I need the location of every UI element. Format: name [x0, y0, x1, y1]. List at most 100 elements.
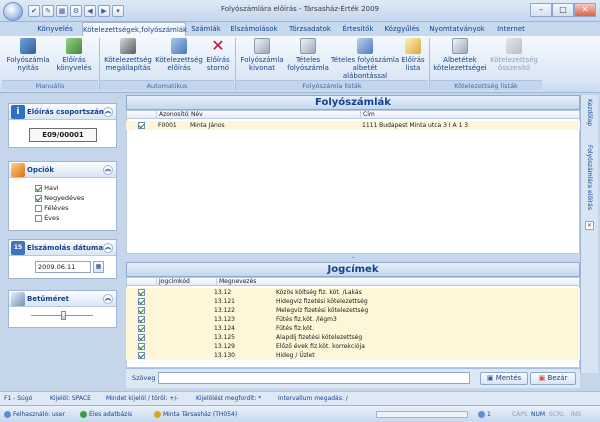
collapse-chevron-icon[interactable]: ︽: [103, 243, 113, 253]
row-checkbox[interactable]: [138, 325, 145, 332]
tab-szamlak[interactable]: Számlák: [188, 22, 224, 36]
tab-ertesitok[interactable]: Értesítők: [338, 22, 378, 36]
table-row[interactable]: 13.12 Közös költség fiz. köt. /Lakás: [126, 288, 580, 297]
accounts-col-address[interactable]: Cím: [361, 111, 581, 119]
font-size-panel: Betűméret ︽: [8, 290, 117, 328]
tab-konyveles[interactable]: Könyvelés: [30, 22, 80, 36]
tab-kozgyules[interactable]: Közgyűlés: [380, 22, 424, 36]
quick-edit-icon[interactable]: ✎: [42, 5, 54, 17]
row-checkbox[interactable]: [138, 122, 145, 129]
table-row[interactable]: 13.122 Melegvíz fizetési kötelezettség: [126, 306, 580, 315]
group-number-panel: i Előírás csoportszáma ︽ E09/00001: [8, 103, 117, 148]
folyoszamla-nyitas-button[interactable]: Folyószámla nyitás: [4, 38, 52, 78]
folyoszamla-kivonat-button[interactable]: Folyószámla kivonat: [238, 38, 286, 78]
table-row[interactable]: 13.129 Előző évek fiz.köt. korrekciója: [126, 342, 580, 351]
collapse-chevron-icon[interactable]: ︽: [103, 165, 113, 175]
record-count: 1: [478, 406, 491, 422]
checkbox-eves[interactable]: [35, 214, 42, 222]
tab-kotelezettsegek[interactable]: Kötelezettségek,folyószámlák: [82, 22, 187, 36]
quick-forward-icon[interactable]: ▶: [98, 5, 110, 17]
option-eves[interactable]: Éves: [35, 213, 84, 223]
option-havi[interactable]: Havi: [35, 183, 84, 193]
tab-internet[interactable]: Internet: [490, 22, 532, 36]
teteles-folyoszamla-button[interactable]: Tételes folyószámla: [286, 38, 330, 78]
font-size-header: Betűméret ︽: [9, 291, 116, 307]
kotelezettseg-eloiras-button[interactable]: Kötelezettség előírás: [154, 38, 204, 78]
doc-tab-home[interactable]: Kezdőlap: [586, 99, 593, 126]
eloiras-lista-button[interactable]: Előírás lista: [400, 38, 426, 78]
find-label: Szöveg: [132, 374, 156, 382]
accounts-col-id[interactable]: Azonosító: [157, 111, 189, 119]
kotelezettseg-osszesito-button[interactable]: Kötelezettség összesítő: [488, 38, 540, 78]
table-row[interactable]: 13.130 Hideg / Üzlet: [126, 351, 580, 360]
ins-indicator: INS: [571, 411, 582, 418]
font-size-icon: [11, 292, 25, 306]
group-label-manual: Manuális: [2, 80, 98, 90]
option-negyedeves[interactable]: Negyedéves: [35, 193, 84, 203]
doc-tab-current[interactable]: Folyószámlára előírás: [586, 145, 593, 210]
quick-customize-icon[interactable]: ▾: [112, 5, 124, 17]
close-button[interactable]: ▣ Bezár: [530, 372, 576, 385]
row-checkbox[interactable]: [138, 298, 145, 305]
table-row[interactable]: F0001 Minta János 1111 Budapest Minta ut…: [126, 121, 580, 130]
table-row[interactable]: 13.125 Alapdíj fizetési kötelezettség: [126, 333, 580, 342]
row-checkbox[interactable]: [138, 307, 145, 314]
eloiras-storno-button[interactable]: ✕ Előírás stornó: [204, 38, 232, 78]
close-window-button[interactable]: ✕: [574, 3, 596, 17]
row-checkbox[interactable]: [138, 352, 145, 359]
table-row[interactable]: 13.123 Fűtés fiz.köt. /légm3: [126, 315, 580, 324]
collapse-chevron-icon[interactable]: ︽: [103, 107, 113, 117]
close-tab-icon[interactable]: ✕: [585, 221, 594, 230]
quick-settings-icon[interactable]: ⚙: [70, 5, 82, 17]
date-picker-button[interactable]: ▦: [93, 261, 104, 273]
tab-nyomtatvanyok[interactable]: Nyomtatványok: [426, 22, 488, 36]
albetetek-kotelezettsegei-button[interactable]: Albetétek kötelezettségei: [432, 38, 488, 78]
titles-select-column[interactable]: [127, 278, 157, 286]
hint-interval: Intervallum megadás: /: [278, 395, 348, 402]
minimize-button[interactable]: –: [530, 3, 552, 17]
table-row[interactable]: 13.124 Fűtés fiz.köt.: [126, 324, 580, 333]
row-checkbox[interactable]: [138, 334, 145, 341]
row-checkbox[interactable]: [138, 289, 145, 296]
font-size-slider-thumb[interactable]: [61, 311, 66, 320]
save-button[interactable]: ▣ Mentés: [480, 372, 528, 385]
titles-col-code[interactable]: Jogcímkód: [157, 278, 217, 286]
scrl-indicator: SCRL: [549, 411, 565, 418]
subunit-obligations-icon: [452, 38, 468, 54]
checkbox-havi[interactable]: [35, 184, 42, 192]
quick-back-icon[interactable]: ◀: [84, 5, 96, 17]
document-tabs-strip: Kezdőlap Folyószámlára előírás ✕: [580, 95, 598, 373]
date-header: 15 Elszámolás dátuma ︽: [9, 240, 116, 256]
user-icon: [4, 411, 11, 418]
option-feleves[interactable]: Féléves: [35, 203, 84, 213]
accounts-col-name[interactable]: Név: [189, 111, 361, 119]
date-input[interactable]: 2009.06.11: [35, 261, 91, 273]
checkbox-feleves[interactable]: [35, 204, 42, 212]
cancel-x-icon: ✕: [211, 36, 225, 55]
title-name: Alapdíj fizetési kötelezettség: [276, 334, 363, 341]
application-menu-button[interactable]: [3, 2, 23, 21]
maximize-button[interactable]: □: [552, 3, 574, 17]
row-checkbox[interactable]: [138, 343, 145, 350]
splitter[interactable]: ⌄: [126, 254, 580, 260]
find-input[interactable]: [158, 372, 470, 384]
table-row[interactable]: 13.121 Hidegvíz fizetési kötelezettség: [126, 297, 580, 306]
title-code: 13.123: [214, 316, 235, 323]
kotelezettseg-megallapitas-button[interactable]: Kötelezettség megállapítás: [102, 38, 154, 78]
checkbox-negyedeves[interactable]: [35, 194, 42, 202]
tab-elszamolasok[interactable]: Elszámolások: [226, 22, 282, 36]
quick-save-icon[interactable]: ✔: [28, 5, 40, 17]
window-title: Folyószámlára előírás - Társasház-Érték …: [221, 5, 379, 13]
collapse-chevron-icon[interactable]: ︽: [103, 294, 113, 304]
titles-col-name[interactable]: Megnevezés: [217, 278, 581, 286]
teteles-folyoszamla-albetet-button[interactable]: Tételes folyószámla albetét alábontással: [330, 38, 400, 80]
house-icon: [154, 411, 161, 418]
accounts-select-column[interactable]: [127, 111, 157, 119]
row-checkbox[interactable]: [138, 316, 145, 323]
title-name: Hideg / Üzlet: [276, 352, 315, 359]
title-code: 13.12: [214, 289, 232, 296]
eloiras-konyveles-button[interactable]: Előírás könyvelés: [52, 38, 96, 78]
quick-grid-icon[interactable]: ▦: [56, 5, 68, 17]
tab-torzsadatok[interactable]: Törzsadatok: [284, 22, 336, 36]
caps-indicator: CAPS: [512, 411, 528, 418]
